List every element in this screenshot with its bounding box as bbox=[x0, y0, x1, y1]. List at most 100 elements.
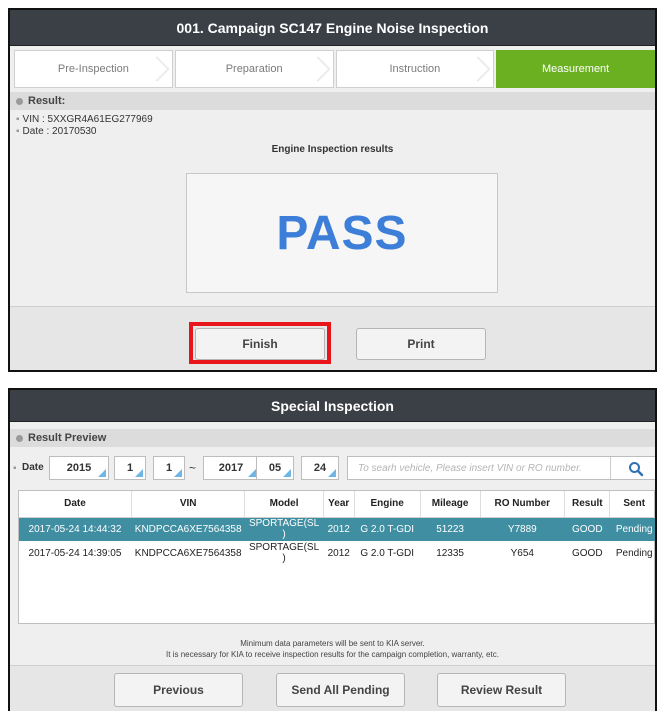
search-divider bbox=[610, 457, 611, 479]
inspection-results-title: Engine Inspection results bbox=[271, 144, 394, 155]
step-measurement[interactable]: Measurement bbox=[496, 50, 655, 88]
from-day-select[interactable]: 1 bbox=[153, 456, 185, 480]
cell-result: GOOD bbox=[564, 517, 610, 541]
to-year-select[interactable]: 2017 bbox=[203, 456, 259, 480]
date-range-separator: ~ bbox=[189, 461, 197, 475]
step-label: Measurement bbox=[541, 63, 610, 75]
to-day-select[interactable]: 24 bbox=[301, 456, 339, 480]
table-row[interactable]: 2017-05-24 14:39:05 KNDPCCA6XE7564358 SP… bbox=[19, 541, 655, 565]
from-year-value: 2015 bbox=[66, 462, 92, 474]
result-preview-label: Result Preview bbox=[28, 432, 107, 444]
review-result-button[interactable]: Review Result bbox=[437, 673, 566, 707]
step-instruction[interactable]: Instruction bbox=[335, 50, 495, 88]
notice-line-1: Minimum data parameters will be sent to … bbox=[240, 639, 425, 648]
column-header: Engine bbox=[354, 491, 421, 518]
cell-vin: KNDPCCA6XE7564358 bbox=[131, 517, 245, 541]
bullet-icon bbox=[16, 434, 23, 442]
dropdown-triangle-icon bbox=[98, 469, 106, 477]
previous-label: Previous bbox=[153, 683, 204, 697]
print-button[interactable]: Print bbox=[356, 328, 486, 360]
chevron-right-icon bbox=[465, 56, 491, 82]
cell-year: 2012 bbox=[323, 517, 355, 541]
special-inspection-panel: Special Inspection Result Preview ▪ Date… bbox=[8, 388, 657, 711]
cell-model: SPORTAGE(SL) bbox=[245, 541, 323, 565]
date-filter-bar: ▪ Date 2015 1 1 ~ 2017 05 24 To searh ve… bbox=[10, 452, 655, 484]
model-line-1: SPORTAGE(SL bbox=[248, 518, 320, 530]
date-text: Date : 20170530 bbox=[22, 126, 97, 137]
column-header: Date bbox=[19, 491, 132, 518]
search-field[interactable]: To searh vehicle, Please insert VIN or R… bbox=[347, 456, 655, 480]
dropdown-triangle-icon bbox=[135, 469, 143, 477]
cell-mileage: 51223 bbox=[420, 517, 480, 541]
cell-engine: G 2.0 T-GDI bbox=[354, 517, 421, 541]
to-month-select[interactable]: 05 bbox=[256, 456, 294, 480]
dropdown-triangle-icon bbox=[283, 469, 291, 477]
footer-bar bbox=[10, 306, 655, 370]
step-tabs: Pre-Inspection Preparation Instruction M… bbox=[10, 46, 655, 92]
cell-result: GOOD bbox=[571, 547, 603, 559]
column-header: Year bbox=[323, 491, 355, 518]
bullet-icon bbox=[16, 97, 23, 105]
server-notice: Minimum data parameters will be sent to … bbox=[10, 638, 655, 660]
finish-highlight-box bbox=[189, 322, 331, 364]
review-result-label: Review Result bbox=[460, 683, 543, 697]
date-label: Date bbox=[22, 462, 44, 473]
model-line-1: SPORTAGE(SL bbox=[248, 542, 320, 553]
window-title: 001. Campaign SC147 Engine Noise Inspect… bbox=[10, 10, 655, 46]
vin-text: VIN : 5XXGR4A61EG277969 bbox=[22, 114, 153, 125]
bullet-icon: ▪ bbox=[16, 114, 20, 125]
window-title: Special Inspection bbox=[10, 390, 655, 422]
notice-line-2: It is necessary for KIA to receive inspe… bbox=[166, 650, 499, 659]
from-year-select[interactable]: 2015 bbox=[49, 456, 109, 480]
cell-vin: KNDPCCA6XE7564358 bbox=[134, 547, 242, 559]
cell-year: 2012 bbox=[327, 547, 350, 559]
result-label: Result: bbox=[28, 95, 66, 107]
from-month-value: 1 bbox=[126, 462, 134, 474]
dropdown-triangle-icon bbox=[174, 469, 182, 477]
column-header: Model bbox=[244, 491, 324, 518]
result-preview-header: Result Preview bbox=[10, 429, 655, 447]
bullet-icon: ▪ bbox=[16, 126, 20, 137]
column-header: RO Number bbox=[480, 491, 566, 518]
cell-ro-number: Y654 bbox=[510, 547, 534, 559]
step-label: Preparation bbox=[225, 63, 283, 75]
campaign-inspection-panel: 001. Campaign SC147 Engine Noise Inspect… bbox=[8, 8, 657, 372]
dropdown-triangle-icon bbox=[328, 469, 336, 477]
chevron-right-icon bbox=[304, 56, 331, 82]
previous-button[interactable]: Previous bbox=[114, 673, 243, 707]
result-section-header: Result: bbox=[10, 92, 655, 110]
model-line-2: ) bbox=[282, 553, 286, 564]
search-icon[interactable] bbox=[628, 461, 644, 477]
column-header: VIN bbox=[131, 491, 246, 518]
print-label: Print bbox=[407, 337, 435, 351]
vehicle-info: ▪ VIN : 5XXGR4A61EG277969 ▪ Date : 2017053… bbox=[10, 110, 655, 138]
step-label: Pre-Inspection bbox=[57, 63, 129, 75]
cell-mileage: 12335 bbox=[436, 547, 464, 559]
to-month-value: 05 bbox=[268, 462, 282, 474]
step-pre-inspection[interactable]: Pre-Inspection bbox=[14, 50, 173, 88]
send-all-pending-label: Send All Pending bbox=[291, 683, 390, 697]
results-table: Date VIN Model Year Engine Mileage RO Nu… bbox=[18, 490, 655, 624]
from-day-value: 1 bbox=[165, 462, 173, 474]
cell-date: 2017-05-24 14:39:05 bbox=[28, 547, 122, 559]
to-day-value: 24 bbox=[313, 462, 327, 474]
cell-date: 2017-05-24 14:44:32 bbox=[19, 517, 132, 541]
table-row[interactable]: 2017-05-24 14:44:32 KNDPCCA6XE7564358 SP… bbox=[19, 517, 655, 541]
cell-ro-number: Y7889 bbox=[480, 517, 565, 541]
send-all-pending-button[interactable]: Send All Pending bbox=[276, 673, 405, 707]
chevron-right-icon bbox=[144, 56, 170, 82]
dropdown-triangle-icon bbox=[248, 469, 256, 477]
cell-model: SPORTAGE(SL) bbox=[244, 517, 324, 541]
cell-sent: Pending bbox=[609, 517, 655, 541]
result-box: PASS bbox=[186, 173, 498, 293]
step-preparation[interactable]: Preparation bbox=[174, 50, 334, 88]
bullet-icon: ▪ bbox=[13, 463, 17, 474]
column-header: Result bbox=[564, 491, 611, 518]
column-header: Sent bbox=[609, 491, 655, 518]
from-month-select[interactable]: 1 bbox=[114, 456, 146, 480]
model-line-2: ) bbox=[282, 529, 286, 541]
search-placeholder: To searh vehicle, Please insert VIN or R… bbox=[358, 463, 582, 474]
to-year-value: 2017 bbox=[218, 462, 244, 474]
cell-sent: Pending bbox=[615, 547, 653, 559]
column-header: Mileage bbox=[420, 491, 481, 518]
